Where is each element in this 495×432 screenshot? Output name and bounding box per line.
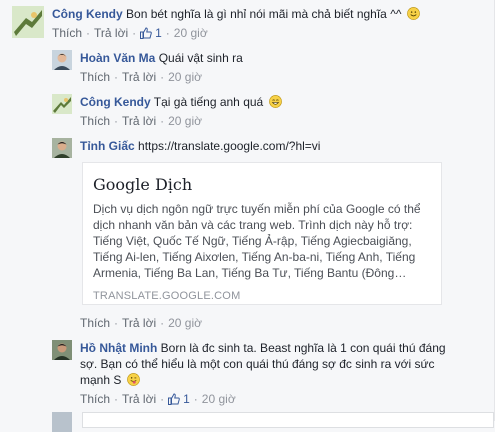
comment-4: Tỉnh Giấc https://translate.google.com/?… <box>52 138 320 158</box>
comment-1: Công Kendy Bon bét nghĩa là gì nhỉ nói m… <box>12 6 420 41</box>
reply-link[interactable]: Trả lời <box>94 25 128 41</box>
reply-link[interactable]: Trả lời <box>122 113 156 129</box>
timestamp[interactable]: 20 giờ <box>174 25 208 41</box>
reply-input[interactable] <box>82 412 494 428</box>
comment-text: Quái vật sinh ra <box>158 51 243 65</box>
commenter-name[interactable]: Công Kendy <box>52 7 123 21</box>
commenter-name[interactable]: Tỉnh Giấc <box>80 139 135 153</box>
commenter-name[interactable]: Công Kendy <box>80 95 151 109</box>
smile-emoji-icon <box>406 7 420 20</box>
like-link[interactable]: Thích <box>52 25 82 41</box>
like-link[interactable]: Thích <box>80 113 110 129</box>
commenter-name[interactable]: Hoàn Văn Ma <box>80 51 155 65</box>
timestamp[interactable]: 20 giờ <box>168 113 202 129</box>
comment-3: Công Kendy Tại gà tiếng anh quá Thích · … <box>52 94 282 129</box>
tongue-emoji-icon <box>126 373 140 386</box>
avatar <box>52 412 72 432</box>
reply-composer <box>52 412 72 432</box>
comment-5: Hồ Nhật Minh Born là đc sinh ta. Beast n… <box>52 340 450 407</box>
comment-2: Hoàn Văn Ma Quái vật sinh ra Thích · Trả… <box>52 50 243 85</box>
timestamp[interactable]: 20 giờ <box>202 391 236 407</box>
comment-link[interactable]: https://translate.google.com/?hl=vi <box>138 139 320 153</box>
comment-4-actions: Thích · Trả lời · 20 giờ <box>80 316 202 330</box>
preview-description: Dịch vụ dịch ngôn ngữ trực tuyến miễn ph… <box>93 202 421 280</box>
reply-link[interactable]: Trả lời <box>122 69 156 85</box>
timestamp[interactable]: 20 giờ <box>168 69 202 85</box>
reply-link[interactable]: Trả lời <box>122 391 156 407</box>
thumbs-up-icon <box>140 27 152 39</box>
preview-title[interactable]: Google Dịch <box>93 175 431 194</box>
avatar[interactable] <box>52 94 72 114</box>
preview-domain: TRANSLATE.GOOGLE.COM <box>93 290 241 302</box>
like-count[interactable]: 1 <box>168 391 190 407</box>
comment-text: Tại gà tiếng anh quá <box>153 95 264 109</box>
like-link[interactable]: Thích <box>80 316 110 330</box>
like-count-value: 1 <box>183 392 190 406</box>
avatar[interactable] <box>52 50 72 70</box>
link-preview-card[interactable]: Google Dịch Dịch vụ dịch ngôn ngữ trực t… <box>82 162 442 305</box>
like-count[interactable]: 1 <box>140 25 162 41</box>
avatar[interactable] <box>12 6 44 38</box>
avatar[interactable] <box>52 340 72 360</box>
reply-link[interactable]: Trả lời <box>122 316 156 330</box>
like-link[interactable]: Thích <box>80 391 110 407</box>
like-count-value: 1 <box>155 26 162 40</box>
avatar[interactable] <box>52 138 72 158</box>
like-link[interactable]: Thích <box>80 69 110 85</box>
comment-text: Bon bét nghĩa là gì nhỉ nói mãi mà chả b… <box>126 7 402 21</box>
thumbs-up-icon <box>168 393 180 405</box>
timestamp[interactable]: 20 giờ <box>168 316 202 330</box>
grin-emoji-icon <box>268 95 282 108</box>
commenter-name[interactable]: Hồ Nhật Minh <box>80 341 157 355</box>
